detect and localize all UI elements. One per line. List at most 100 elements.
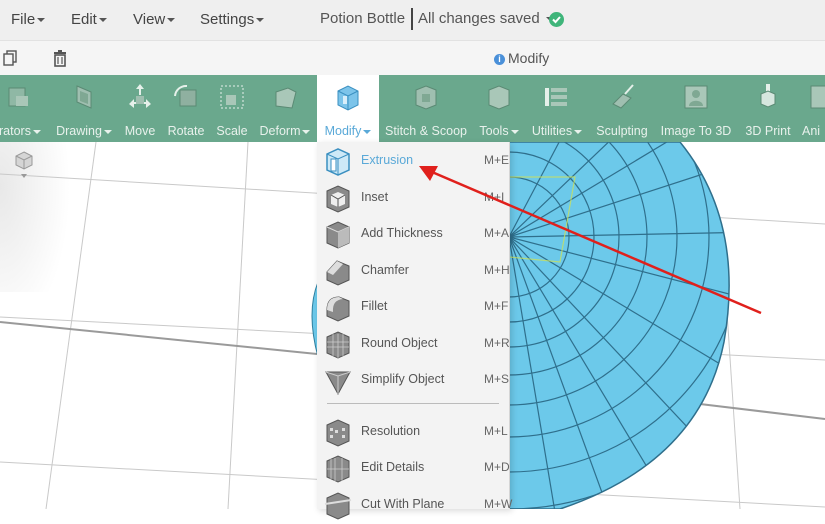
edit-menu[interactable]: Edit — [71, 11, 107, 28]
edit-menu-label: Edit — [71, 11, 97, 28]
tool-sculpting[interactable]: Sculpting — [591, 75, 653, 142]
menu-item-label: Resolution — [361, 424, 421, 438]
menu-item-extrusion[interactable]: Extrusion M+E — [317, 144, 509, 180]
tool-animation[interactable]: Ani — [800, 75, 825, 142]
simplify-object-icon — [325, 371, 351, 395]
rotate-icon — [174, 84, 197, 107]
tool-label: Rotate — [167, 124, 205, 138]
menu-item-simplify-object[interactable]: Simplify Object M+S — [317, 363, 509, 399]
menu-item-shortcut: M+H — [484, 263, 510, 277]
menu-item-label: Inset — [361, 190, 389, 204]
tool-deform[interactable]: Deform — [256, 75, 314, 142]
menu-bar: File Edit View Settings Potion Bottle Al… — [0, 0, 825, 40]
tool-move[interactable]: Move — [120, 75, 160, 142]
menu-item-shortcut: M+E — [484, 153, 510, 167]
tool-stitch-scoop[interactable]: Stitch & Scoop — [383, 75, 469, 142]
modify-icon — [337, 85, 359, 111]
3d-print-icon — [760, 84, 776, 108]
tool-image-to-3d[interactable]: Image To 3D — [657, 75, 735, 142]
menu-item-add-thickness[interactable]: Add Thickness M+A — [317, 217, 509, 253]
tool-label: Drawing — [52, 124, 116, 138]
chevron-down-icon — [256, 18, 265, 23]
sculpting-icon — [612, 84, 634, 109]
chevron-down-icon — [37, 18, 46, 23]
tool-label: Utilities — [527, 124, 587, 138]
add-thickness-icon — [326, 221, 350, 249]
document-title[interactable]: Potion Bottle — [320, 10, 405, 27]
mode-label: Modify — [508, 50, 550, 66]
tool-tools[interactable]: Tools — [474, 75, 524, 142]
stitch-scoop-icon — [415, 85, 437, 110]
menu-divider — [327, 403, 499, 404]
chamfer-icon — [326, 260, 350, 286]
settings-menu[interactable]: Settings — [200, 11, 265, 28]
file-menu-label: File — [11, 11, 36, 28]
mode-indicator: i Modify — [494, 50, 549, 66]
menu-item-shortcut: M+I — [484, 190, 505, 204]
menu-item-label: Fillet — [361, 299, 388, 313]
tool-label: Image To 3D — [660, 124, 732, 138]
menu-item-shortcut: M+R — [484, 336, 510, 350]
check-icon — [549, 12, 564, 27]
title-divider — [411, 8, 413, 30]
menu-item-shortcut: M+D — [484, 460, 510, 474]
tool-label: Modify — [317, 124, 379, 138]
cut-with-plane-icon — [324, 492, 352, 520]
menu-item-shortcut: M+F — [484, 299, 509, 313]
move-icon — [129, 84, 151, 108]
file-menu[interactable]: File — [11, 11, 46, 28]
menu-item-edit-details[interactable]: Edit Details M+D — [317, 451, 510, 487]
tool-label: Move — [124, 124, 156, 138]
chevron-down-icon — [98, 18, 107, 23]
resolution-icon — [326, 419, 350, 447]
tool-creators[interactable]: rators — [0, 75, 48, 142]
menu-item-cut-with-plane[interactable]: Cut With Plane M+W — [317, 488, 512, 524]
edit-details-icon — [326, 455, 350, 483]
view-menu[interactable]: View — [133, 11, 176, 28]
settings-menu-label: Settings — [200, 11, 255, 28]
tool-utilities[interactable]: Utilities — [527, 75, 587, 142]
menu-item-chamfer[interactable]: Chamfer M+H — [317, 254, 510, 290]
menu-item-shortcut: M+L — [484, 424, 508, 438]
inset-icon — [326, 185, 350, 213]
utilities-icon — [545, 88, 567, 106]
view-menu-label: View — [133, 11, 166, 28]
tool-label: 3D Print — [745, 124, 791, 138]
tool-modify[interactable]: Modify — [317, 75, 379, 142]
menu-item-fillet[interactable]: Fillet M+F — [317, 290, 509, 326]
tool-label: Tools — [474, 124, 524, 138]
save-status-label: All changes saved — [418, 10, 540, 27]
tool-label: Scale — [216, 124, 248, 138]
tools-icon — [488, 85, 510, 110]
tool-label: Ani — [802, 124, 821, 138]
menu-item-label: Extrusion — [361, 153, 414, 167]
main-toolbar: rators Drawing Move Rotate Scale Deform … — [0, 75, 825, 142]
viewport-shadow — [0, 142, 70, 292]
menu-item-resolution[interactable]: Resolution M+L — [317, 415, 509, 451]
image-to-3d-icon — [684, 85, 708, 109]
copy-icon[interactable] — [3, 50, 17, 71]
tool-label: rators — [0, 124, 48, 138]
tool-drawing[interactable]: Drawing — [52, 75, 116, 142]
deform-icon — [275, 87, 297, 109]
animation-icon — [810, 85, 825, 109]
menu-item-label: Chamfer — [361, 263, 409, 277]
menu-item-round-object[interactable]: Round Object M+R — [317, 327, 510, 363]
menu-item-inset[interactable]: Inset M+I — [317, 181, 509, 217]
creators-icon — [8, 87, 28, 107]
tool-rotate[interactable]: Rotate — [163, 75, 209, 142]
tool-label: Deform — [256, 124, 314, 138]
tool-3d-print[interactable]: 3D Print — [741, 75, 795, 142]
extrusion-icon — [326, 148, 350, 176]
trash-icon[interactable] — [53, 49, 67, 72]
menu-item-shortcut: M+S — [484, 372, 510, 386]
chevron-down-icon — [167, 18, 176, 23]
tool-label: Stitch & Scoop — [385, 124, 467, 138]
sub-toolbar: i Modify — [0, 40, 825, 76]
tool-scale[interactable]: Scale — [212, 75, 252, 142]
menu-item-label: Edit Details — [361, 460, 425, 474]
menu-item-label: Round Object — [361, 336, 438, 350]
menu-item-label: Add Thickness — [361, 226, 443, 240]
modify-dropdown-menu: Extrusion M+E Inset M+I Add Thickness M+… — [317, 142, 512, 520]
save-status[interactable]: All changes saved — [418, 10, 554, 27]
